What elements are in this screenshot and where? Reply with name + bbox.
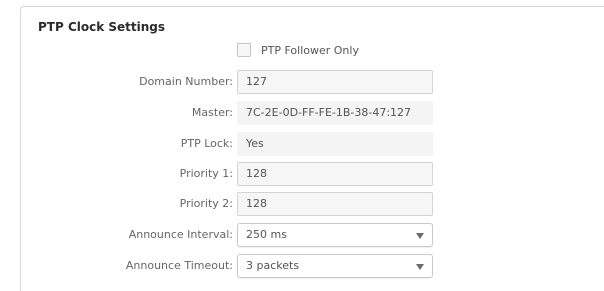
section-title: PTP Clock Settings <box>38 20 166 34</box>
ptp-lock-label: PTP Lock: <box>180 137 233 150</box>
priority-1-row: Priority 1: 128 <box>21 162 604 186</box>
priority-2-row: Priority 2: 128 <box>21 192 604 216</box>
announce-timeout-value: 3 packets <box>246 259 300 272</box>
ptp-lock-row: PTP Lock: Yes <box>21 132 604 156</box>
chevron-down-icon <box>416 264 424 270</box>
ptp-follower-only-checkbox[interactable] <box>237 43 251 57</box>
priority-2-field[interactable]: 128 <box>237 192 433 216</box>
ptp-clock-settings-panel: PTP Clock Settings PTP Follower Only Dom… <box>20 6 604 291</box>
master-label: Master: <box>191 106 233 119</box>
ptp-lock-value: Yes <box>237 132 433 156</box>
ptp-follower-only-label[interactable]: PTP Follower Only <box>261 44 359 57</box>
domain-number-row: Domain Number: 127 <box>21 70 604 94</box>
announce-timeout-row: Announce Timeout: 3 packets <box>21 254 604 278</box>
ptp-follower-only-option[interactable]: PTP Follower Only <box>237 41 359 59</box>
priority-1-field[interactable]: 128 <box>237 162 433 186</box>
chevron-down-icon <box>416 233 424 239</box>
master-row: Master: 7C-2E-0D-FF-FE-1B-38-47:127 <box>21 101 604 125</box>
priority-1-label: Priority 1: <box>179 167 233 180</box>
announce-interval-value: 250 ms <box>246 228 287 241</box>
domain-number-label: Domain Number: <box>139 75 233 88</box>
priority-2-label: Priority 2: <box>179 197 233 210</box>
announce-timeout-select[interactable]: 3 packets <box>237 254 433 278</box>
announce-interval-label: Announce Interval: <box>128 228 233 241</box>
announce-interval-select[interactable]: 250 ms <box>237 223 433 247</box>
announce-interval-row: Announce Interval: 250 ms <box>21 223 604 247</box>
announce-timeout-label: Announce Timeout: <box>125 259 233 272</box>
domain-number-field[interactable]: 127 <box>237 70 433 94</box>
master-value: 7C-2E-0D-FF-FE-1B-38-47:127 <box>237 101 433 125</box>
